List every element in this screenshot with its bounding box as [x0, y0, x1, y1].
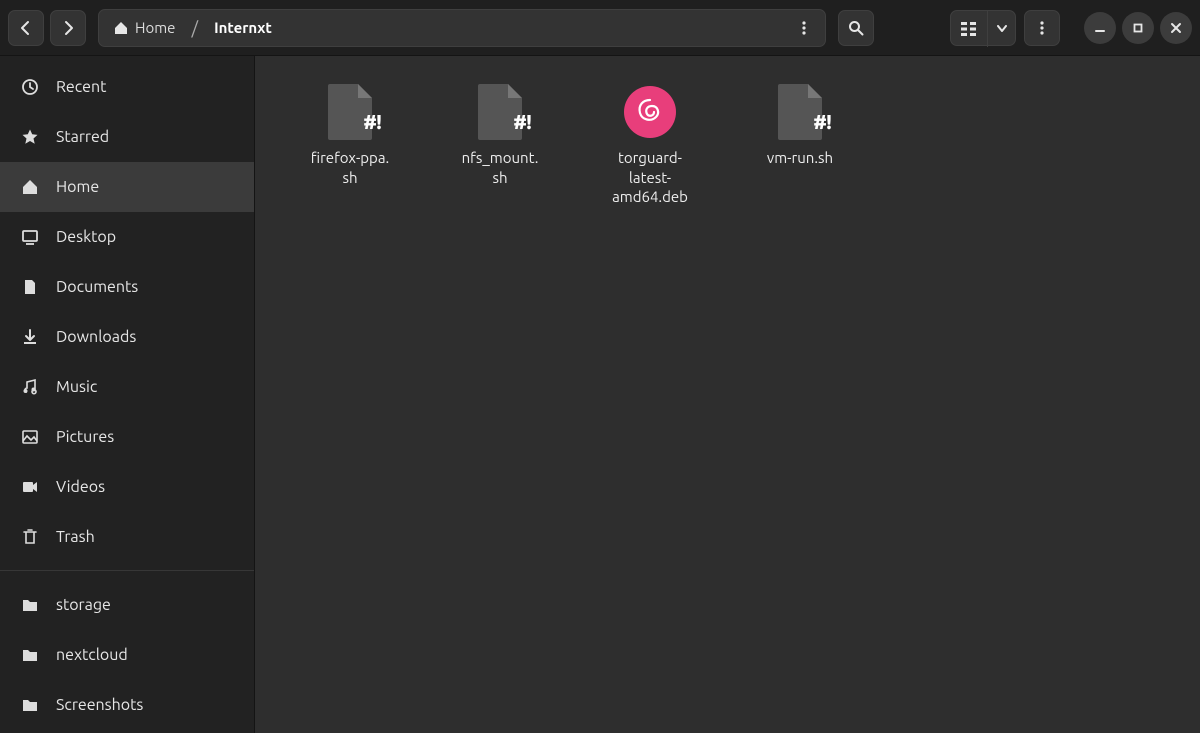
view-dropdown-button[interactable] — [987, 11, 1015, 47]
sidebar-item-label: storage — [56, 596, 111, 614]
desktop-icon — [20, 228, 40, 246]
sidebar-bookmark-nextcloud[interactable]: nextcloud — [0, 630, 254, 680]
chevron-down-icon — [997, 25, 1007, 33]
sidebar-item-trash[interactable]: Trash — [0, 512, 254, 562]
shell-file-icon: #! — [472, 82, 528, 142]
music-icon — [20, 378, 40, 396]
sidebar: Recent Starred Home Desktop Documents — [0, 56, 255, 733]
file-item[interactable]: #! firefox-ppa. sh — [275, 78, 425, 211]
file-label: vm-run.sh — [767, 148, 833, 168]
sidebar-item-downloads[interactable]: Downloads — [0, 312, 254, 362]
sidebar-separator — [0, 570, 254, 580]
trash-icon — [20, 528, 40, 546]
headerbar: Home / Internxt — [0, 0, 1200, 56]
sidebar-bookmark-screenshots[interactable]: Screenshots — [0, 680, 254, 730]
arrow-left-icon — [18, 20, 34, 36]
file-item[interactable]: torguard- latest- amd64.deb — [575, 78, 725, 211]
kebab-icon — [797, 21, 811, 35]
nav-group — [8, 10, 86, 46]
sidebar-item-label: Downloads — [56, 328, 136, 346]
file-item[interactable]: #! nfs_mount. sh — [425, 78, 575, 211]
sidebar-item-label: Screenshots — [56, 696, 143, 714]
close-icon — [1170, 22, 1182, 34]
view-icons-button[interactable] — [951, 11, 987, 47]
arrow-right-icon — [60, 20, 76, 36]
sidebar-item-label: Desktop — [56, 228, 116, 246]
close-button[interactable] — [1160, 12, 1192, 44]
file-label: nfs_mount. sh — [462, 148, 539, 187]
sidebar-item-label: Starred — [56, 128, 109, 146]
maximize-button[interactable] — [1122, 12, 1154, 44]
folder-icon — [20, 696, 40, 714]
folder-icon — [20, 596, 40, 614]
sidebar-item-label: Trash — [56, 528, 95, 546]
file-label: firefox-ppa. sh — [311, 148, 389, 187]
sidebar-item-recent[interactable]: Recent — [0, 62, 254, 112]
shell-file-icon: #! — [772, 82, 828, 142]
search-icon — [848, 20, 864, 36]
pictures-icon — [20, 428, 40, 446]
home-icon — [20, 178, 40, 196]
star-icon — [20, 128, 40, 146]
maximize-icon — [1132, 22, 1144, 34]
sidebar-item-label: Music — [56, 378, 97, 396]
home-icon — [113, 20, 129, 36]
view-switcher — [950, 10, 1016, 46]
shell-file-icon: #! — [322, 82, 378, 142]
search-button[interactable] — [838, 10, 874, 46]
main-area: Recent Starred Home Desktop Documents — [0, 56, 1200, 733]
sidebar-item-label: Recent — [56, 78, 106, 96]
forward-button[interactable] — [50, 10, 86, 46]
path-current-label: Internxt — [214, 19, 272, 36]
sidebar-item-label: Videos — [56, 478, 105, 496]
sidebar-item-label: Home — [56, 178, 99, 196]
path-segment-current[interactable]: Internxt — [206, 13, 280, 43]
sidebar-item-home[interactable]: Home — [0, 162, 254, 212]
back-button[interactable] — [8, 10, 44, 46]
download-icon — [20, 328, 40, 346]
sidebar-item-label: Pictures — [56, 428, 114, 446]
sidebar-item-desktop[interactable]: Desktop — [0, 212, 254, 262]
path-segment-home[interactable]: Home — [105, 13, 183, 43]
sidebar-bookmark-storage[interactable]: storage — [0, 580, 254, 630]
minimize-icon — [1094, 22, 1106, 34]
grid-icon — [961, 22, 977, 36]
sidebar-item-label: nextcloud — [56, 646, 128, 664]
sidebar-item-pictures[interactable]: Pictures — [0, 412, 254, 462]
file-label: torguard- latest- amd64.deb — [612, 148, 688, 207]
path-separator: / — [189, 18, 200, 38]
sidebar-item-videos[interactable]: Videos — [0, 462, 254, 512]
videos-icon — [20, 478, 40, 496]
file-item[interactable]: #! vm-run.sh — [725, 78, 875, 211]
path-bar: Home / Internxt — [98, 9, 826, 47]
clock-icon — [20, 78, 40, 96]
sidebar-item-starred[interactable]: Starred — [0, 112, 254, 162]
window-controls — [1084, 12, 1192, 44]
folder-icon — [20, 646, 40, 664]
sidebar-item-music[interactable]: Music — [0, 362, 254, 412]
document-icon — [20, 278, 40, 296]
path-menu-button[interactable] — [789, 13, 819, 43]
sidebar-item-documents[interactable]: Documents — [0, 262, 254, 312]
files-pane[interactable]: #! firefox-ppa. sh #! nfs_mount. sh torg… — [255, 56, 1200, 733]
sidebar-item-label: Documents — [56, 278, 138, 296]
debian-swirl-icon — [633, 95, 667, 129]
path-home-label: Home — [135, 19, 175, 36]
kebab-icon — [1035, 21, 1049, 35]
hamburger-menu-button[interactable] — [1024, 10, 1060, 46]
minimize-button[interactable] — [1084, 12, 1116, 44]
deb-package-icon — [622, 82, 678, 142]
